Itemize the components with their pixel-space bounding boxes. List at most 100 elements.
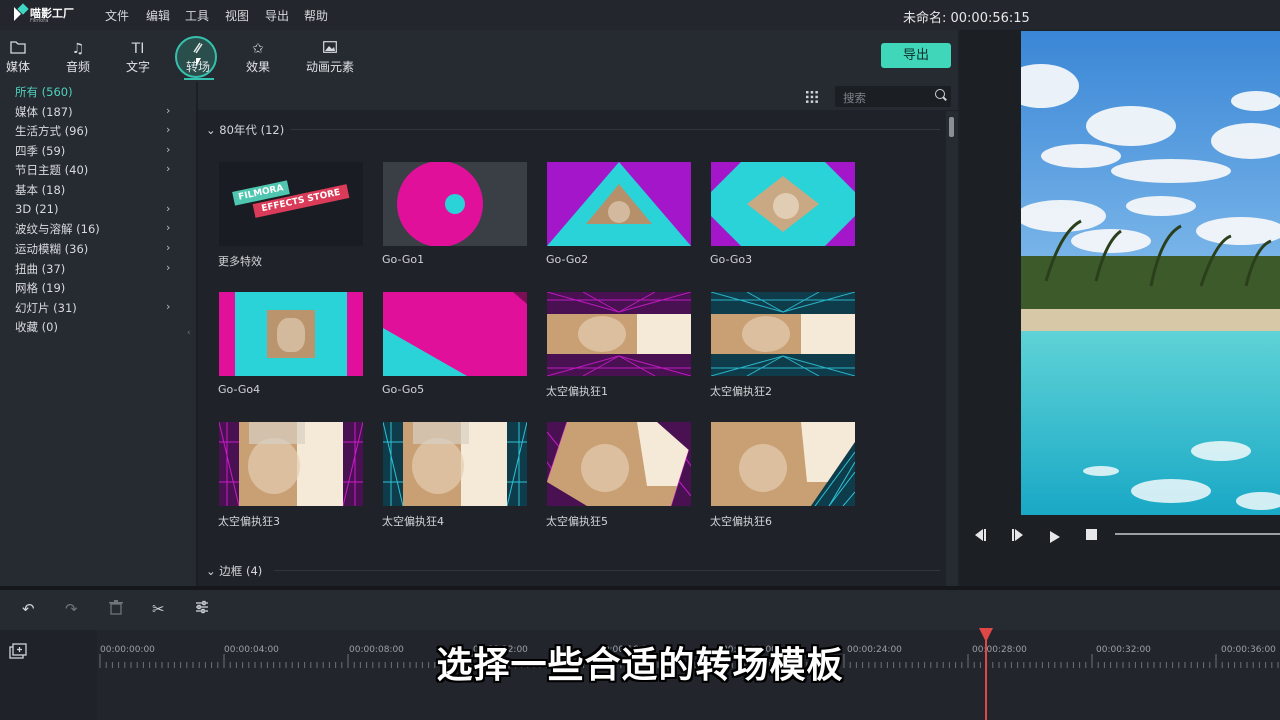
section-header-80s[interactable]: ⌄ 80年代 (12) <box>206 122 284 138</box>
tile-label: Go-Go2 <box>546 253 589 266</box>
folder-icon <box>0 40 42 58</box>
chevron-right-icon[interactable]: › <box>166 104 170 117</box>
adjust-icon[interactable] <box>195 600 209 618</box>
tile-label: 更多特效 <box>218 255 262 268</box>
menu-tools[interactable]: 工具 <box>185 7 209 24</box>
preview-video <box>1021 31 1280 515</box>
search-icon[interactable] <box>935 89 945 99</box>
menu-view[interactable]: 视图 <box>225 7 249 24</box>
chevron-right-icon[interactable]: › <box>166 123 170 136</box>
tile-label: 太空偏执狂5 <box>546 515 608 528</box>
transition-thumbnail[interactable] <box>547 292 691 376</box>
category-item[interactable]: 所有 (560) <box>15 84 73 100</box>
cut-icon[interactable]: ✂ <box>152 600 165 618</box>
tile-label: 太空偏执狂3 <box>218 515 280 528</box>
tile-label: 太空偏执狂6 <box>710 515 772 528</box>
transition-icon <box>174 40 222 58</box>
previous-frame-button[interactable] <box>973 527 987 546</box>
category-sidebar: 所有 (560) 媒体 (187) › 生活方式 (96) › 四季 (59) … <box>0 82 196 586</box>
menu-edit[interactable]: 编辑 <box>146 7 170 24</box>
library-scrollbar[interactable] <box>949 117 954 137</box>
menu-file[interactable]: 文件 <box>105 7 129 24</box>
tab-effects-label: 效果 <box>245 60 270 74</box>
category-item[interactable]: 3D (21) <box>15 202 58 216</box>
tile-label: Go-Go4 <box>218 383 261 396</box>
app-logo-sub: Filmora <box>30 18 49 24</box>
tab-elements[interactable]: 动画元素 <box>300 40 360 80</box>
chevron-right-icon[interactable]: › <box>166 202 170 215</box>
transition-thumbnail[interactable] <box>547 422 691 506</box>
menu-export[interactable]: 导出 <box>265 7 289 24</box>
category-item[interactable]: 收藏 (0) <box>15 319 58 335</box>
transition-thumbnail[interactable] <box>711 422 855 506</box>
section-header-border[interactable]: ⌄ 边框 (4) <box>206 563 262 579</box>
image-icon <box>300 40 360 58</box>
chevron-right-icon[interactable]: › <box>166 300 170 313</box>
category-item[interactable]: 基本 (18) <box>15 182 65 198</box>
category-item[interactable]: 幻灯片 (31) <box>15 300 77 316</box>
stop-button[interactable] <box>1086 529 1097 540</box>
tab-elements-label: 动画元素 <box>305 60 354 74</box>
search-input[interactable] <box>841 88 933 107</box>
project-title: 未命名: 00:00:56:15 <box>903 11 1030 26</box>
chevron-right-icon[interactable]: › <box>166 221 170 234</box>
menu-help[interactable]: 帮助 <box>304 7 328 24</box>
chevron-down-icon: ⌄ <box>206 564 216 578</box>
tab-media[interactable]: 媒体 <box>0 40 42 80</box>
category-item[interactable]: 网格 (19) <box>15 280 65 296</box>
section-title: 80年代 (12) <box>219 123 285 137</box>
export-button[interactable]: 导出 <box>881 43 951 68</box>
tile-label: Go-Go3 <box>710 253 753 266</box>
tile-label: Go-Go1 <box>382 253 425 266</box>
play-button[interactable] <box>1049 528 1061 547</box>
tab-media-label: 媒体 <box>5 60 30 74</box>
mouse-cursor <box>196 58 201 67</box>
category-item[interactable]: 生活方式 (96) <box>15 123 88 139</box>
category-item[interactable]: 扭曲 (37) <box>15 261 65 277</box>
transition-thumbnail[interactable] <box>547 162 691 246</box>
transition-thumbnail[interactable] <box>383 292 527 376</box>
active-tab-indicator <box>184 78 214 80</box>
tab-audio[interactable]: ♫ 音频 <box>54 40 102 80</box>
chevron-right-icon[interactable]: › <box>166 162 170 175</box>
category-item[interactable]: 运动模糊 (36) <box>15 241 88 257</box>
chevron-right-icon[interactable]: › <box>166 143 170 156</box>
transition-thumbnail[interactable] <box>219 292 363 376</box>
section-title: 边框 (4) <box>219 564 263 578</box>
chevron-right-icon[interactable]: › <box>166 241 170 254</box>
category-item[interactable]: 四季 (59) <box>15 143 65 159</box>
transition-thumbnail[interactable] <box>219 422 363 506</box>
transition-thumbnail[interactable] <box>383 422 527 506</box>
undo-icon[interactable]: ↶ <box>22 600 35 618</box>
store-thumbnail[interactable]: FILMORA EFFECTS STORE <box>219 162 363 246</box>
transition-thumbnail[interactable] <box>711 292 855 376</box>
tile-label: 太空偏执狂4 <box>382 515 444 528</box>
tile-label: Go-Go5 <box>382 383 425 396</box>
transition-thumbnail[interactable] <box>383 162 527 246</box>
category-item[interactable]: 媒体 (187) <box>15 104 73 120</box>
tile-label: 太空偏执狂2 <box>710 385 772 398</box>
preview-progress-bar[interactable] <box>1115 533 1280 535</box>
tile-label: 太空偏执狂1 <box>546 385 608 398</box>
category-item[interactable]: 节日主题 (40) <box>15 162 88 178</box>
grid-view-icon[interactable] <box>805 89 819 103</box>
section-divider <box>290 129 940 130</box>
tab-audio-label: 音频 <box>65 60 90 74</box>
timeline-toolbar <box>0 590 1280 630</box>
transition-grid: ⌄ 80年代 (12) FILMORA EFFECTS STORE 更多特效 G… <box>198 111 946 586</box>
step-forward-button[interactable] <box>1011 527 1025 546</box>
tab-text[interactable]: TI 文字 <box>114 40 162 80</box>
tab-effects[interactable]: ✩ 效果 <box>234 40 282 80</box>
tab-text-label: 文字 <box>125 60 150 74</box>
category-item[interactable]: 波纹与溶解 (16) <box>15 221 100 237</box>
collapse-sidebar-icon[interactable]: ‹ <box>187 328 191 338</box>
delete-icon[interactable] <box>109 600 123 619</box>
transition-thumbnail[interactable] <box>711 162 855 246</box>
app-logo: 喵影工厂 Filmora <box>14 3 76 25</box>
music-note-icon: ♫ <box>71 41 85 57</box>
effects-icon: ✩ <box>252 41 264 57</box>
chevron-right-icon[interactable]: › <box>166 261 170 274</box>
search-box <box>835 86 951 107</box>
section-divider <box>274 570 940 571</box>
redo-icon[interactable]: ↷ <box>65 600 78 618</box>
